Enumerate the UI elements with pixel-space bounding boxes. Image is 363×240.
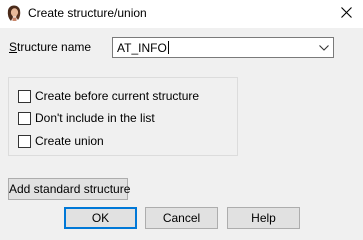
checkbox-box[interactable]	[18, 134, 31, 148]
add-standard-structure-button[interactable]: Add standard structure	[8, 178, 130, 200]
structure-name-label-mnemonic: S	[9, 40, 18, 54]
close-button[interactable]	[329, 0, 363, 28]
structure-name-input[interactable]: AT_INFO	[117, 41, 169, 55]
cancel-button[interactable]: Cancel	[145, 207, 218, 229]
create-union-label: Create union	[35, 134, 104, 148]
checkbox-box[interactable]	[18, 111, 31, 125]
close-icon	[340, 7, 352, 21]
create-before-label: Create before current structure	[35, 89, 200, 103]
create-before-checkbox[interactable]: Create before current structure	[18, 89, 199, 103]
ida-icon	[6, 5, 22, 22]
structure-name-label: Structure name	[9, 40, 91, 54]
title-bar[interactable]: Create structure/union	[0, 0, 363, 28]
structure-name-combobox[interactable]: AT_INFO	[112, 37, 334, 58]
window-title: Create structure/union	[28, 6, 147, 20]
help-button[interactable]: Help	[227, 207, 300, 229]
dont-include-checkbox[interactable]: Don't include in the list	[18, 111, 155, 125]
checkbox-box[interactable]	[18, 89, 31, 103]
create-structure-dialog: Create structure/union Structure name AT…	[0, 0, 363, 236]
dont-include-label: Don't include in the list	[35, 111, 155, 125]
text-caret	[167, 41, 169, 54]
create-union-checkbox[interactable]: Create union	[18, 134, 104, 148]
structure-name-label-rest: tructure name	[17, 40, 92, 54]
ok-button[interactable]: OK	[64, 207, 137, 229]
structure-name-value: AT_INFO	[117, 41, 167, 55]
chevron-down-icon[interactable]	[315, 38, 333, 57]
